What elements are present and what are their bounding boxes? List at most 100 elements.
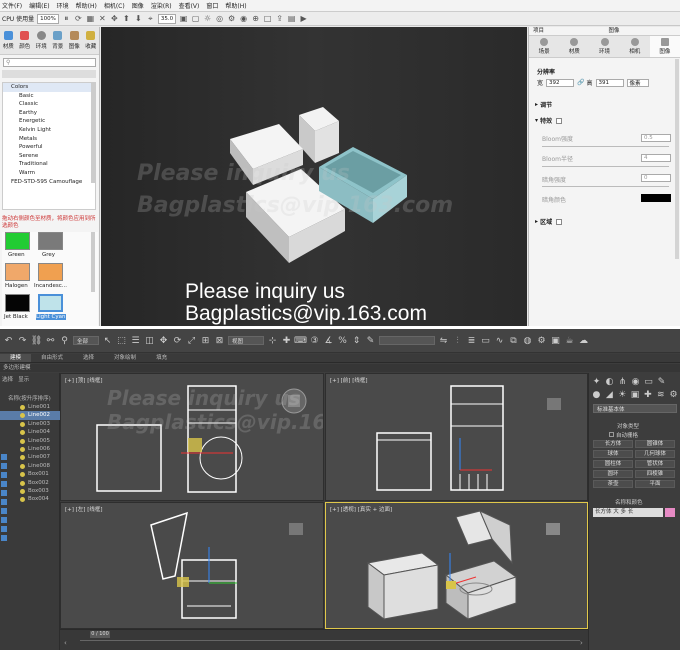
tab-material[interactable]: 材质 <box>559 36 589 57</box>
schematic-icon[interactable]: ⧉ <box>508 335 519 346</box>
vignette-strength-input[interactable]: 0 <box>641 174 671 182</box>
link-icon[interactable]: 🔗 <box>577 79 584 86</box>
time-slider[interactable]: 0 / 100 <box>90 631 110 638</box>
window-crossing-icon[interactable]: ◫ <box>144 335 155 346</box>
bloom-strength-input[interactable]: 0.5 <box>641 134 671 142</box>
bind-icon[interactable]: ⚲ <box>59 335 70 346</box>
object-name-input[interactable]: 长方体 大 多 长 <box>593 508 663 517</box>
refresh-icon[interactable]: ⟳ <box>74 14 83 23</box>
pause-icon[interactable]: ⏸ <box>62 14 71 23</box>
swatch-incandescent[interactable] <box>38 263 63 281</box>
image-icon[interactable]: ▤ <box>287 14 296 23</box>
curve-editor-icon[interactable]: ∿ <box>494 335 505 346</box>
move-icon[interactable]: ✥ <box>158 335 169 346</box>
lock-icon[interactable]: ▢ <box>191 14 200 23</box>
cone-button[interactable]: 圆锥体 <box>635 440 675 448</box>
list-item[interactable]: Box001 <box>0 470 60 478</box>
tree-item[interactable]: Warm <box>3 169 95 178</box>
tab-scene[interactable]: 场景 <box>529 36 559 57</box>
tree-item[interactable]: Basic <box>3 92 95 101</box>
menu-edit[interactable]: 编辑(E) <box>29 1 49 10</box>
settings-icon[interactable]: ⚙ <box>227 14 236 23</box>
adjust-section[interactable]: ▸ 调节 <box>535 100 552 109</box>
swatch-grey[interactable] <box>38 232 63 250</box>
plane-button[interactable]: 平面 <box>635 480 675 488</box>
tab-texture[interactable]: 图像 <box>66 27 83 54</box>
bloom-radius-slider[interactable] <box>542 166 669 167</box>
chart-icon[interactable]: ▦ <box>86 14 95 23</box>
menu-view[interactable]: 查看(V) <box>179 1 200 10</box>
list-item[interactable]: Box004 <box>0 495 60 503</box>
vignette-strength-slider[interactable] <box>542 186 669 187</box>
viewport-top[interactable]: [+] [顶] [线框] Please inquiry us Bagplasti… <box>60 373 324 501</box>
list-item[interactable]: Line007 <box>0 453 60 461</box>
list-item[interactable]: Box002 <box>0 479 60 487</box>
mirror-icon[interactable]: ⇋ <box>438 335 449 346</box>
tab-camera[interactable]: 相机 <box>620 36 650 57</box>
grid-icon[interactable]: ▣ <box>179 14 188 23</box>
select-icon[interactable]: ↖ <box>102 335 113 346</box>
redo-icon[interactable]: ↷ <box>17 335 28 346</box>
hierarchy-icon[interactable]: ⋔ <box>617 376 628 387</box>
tree-scrollbar[interactable] <box>91 83 95 183</box>
viewport-left[interactable]: [+] [左] [线框] <box>60 502 324 629</box>
motion-icon[interactable]: ◉ <box>630 376 641 387</box>
menu-render[interactable]: 渲染(R) <box>151 1 172 10</box>
viewport-perspective[interactable]: [+] [透视] [真实 + 边面] <box>325 502 588 629</box>
torus-button[interactable]: 圆环 <box>593 470 633 478</box>
list-item[interactable]: Line006 <box>0 445 60 453</box>
place-icon[interactable]: ⊞ <box>200 335 211 346</box>
ribbon-tab-object-paint[interactable]: 对象绘制 <box>104 354 146 362</box>
material-editor-icon[interactable]: ◍ <box>522 335 533 346</box>
box-button[interactable]: 长方体 <box>593 440 633 448</box>
height-input[interactable]: 391 <box>595 78 624 87</box>
named-selection-input[interactable] <box>379 336 435 345</box>
geometry-icon[interactable]: ● <box>591 389 602 400</box>
tree-item[interactable]: Traditional <box>3 160 95 169</box>
ribbon-tab-freeform[interactable]: 自由形式 <box>31 354 73 362</box>
timeline[interactable]: 0 / 100 ‹ › <box>60 629 588 650</box>
scene-tree-header[interactable]: 名称(按升序排序) <box>8 394 51 402</box>
arrow-down-icon[interactable]: ⬇ <box>134 14 143 23</box>
pyramid-button[interactable]: 四棱锥 <box>635 470 675 478</box>
shapes-icon[interactable]: ◢ <box>604 389 615 400</box>
auto-grid-checkbox[interactable]: 自动栅格 <box>609 431 638 439</box>
tab-image[interactable]: 图像 <box>649 36 680 57</box>
tree-root[interactable]: Colors <box>3 83 95 92</box>
render-setup-icon[interactable]: ⚙ <box>536 335 547 346</box>
snap3-icon[interactable]: ③ <box>309 335 320 346</box>
select-name-icon[interactable]: ☰ <box>130 335 141 346</box>
properties-scrollbar[interactable] <box>675 59 679 259</box>
scale-icon[interactable]: ⤢ <box>186 335 197 346</box>
object-type-header[interactable]: 对象类型 <box>617 422 639 430</box>
polygon-modeling-label[interactable]: 多边形建模 <box>0 364 680 372</box>
tree-item[interactable]: Powerful <box>3 143 95 152</box>
rotate-icon[interactable]: ⟳ <box>172 335 183 346</box>
render-icon[interactable]: ☕ <box>564 335 575 346</box>
keyboard-icon[interactable]: ⌨ <box>294 335 307 346</box>
percent-snap-icon[interactable]: % <box>337 335 348 346</box>
sphere-button[interactable]: 球体 <box>593 450 633 458</box>
tree-item[interactable]: Energetic <box>3 117 95 126</box>
primitive-type-select[interactable]: 标准基本体 <box>593 404 677 413</box>
tree-item[interactable]: Metals <box>3 135 95 144</box>
create-icon[interactable]: ✦ <box>591 376 602 387</box>
sun-icon[interactable]: ☼ <box>203 14 212 23</box>
systems-icon[interactable]: ⚙ <box>668 389 679 400</box>
tab-environment[interactable]: 环境 <box>33 27 50 54</box>
bloom-radius-input[interactable]: 4 <box>641 154 671 162</box>
tab-project[interactable]: 项目 <box>529 27 605 35</box>
link-icon[interactable]: ⛓ <box>31 335 42 346</box>
render-cloud-icon[interactable]: ☁ <box>578 335 589 346</box>
tube-button[interactable]: 管状体 <box>635 460 675 468</box>
layer-icon[interactable]: ≣ <box>466 335 477 346</box>
region-section[interactable]: ▸ 区域 <box>535 217 563 226</box>
display-icon[interactable]: ▭ <box>643 376 654 387</box>
menu-window[interactable]: 窗口 <box>206 1 218 10</box>
viewport-front[interactable]: [+] [前] [线框] <box>325 373 588 501</box>
width-input[interactable]: 392 <box>546 78 575 87</box>
name-color-header[interactable]: 名称和颜色 <box>615 498 643 506</box>
chevron-left-icon[interactable]: ‹ <box>64 639 67 647</box>
share-icon[interactable]: ⇪ <box>275 14 284 23</box>
tree-item[interactable]: Earthy <box>3 109 95 118</box>
